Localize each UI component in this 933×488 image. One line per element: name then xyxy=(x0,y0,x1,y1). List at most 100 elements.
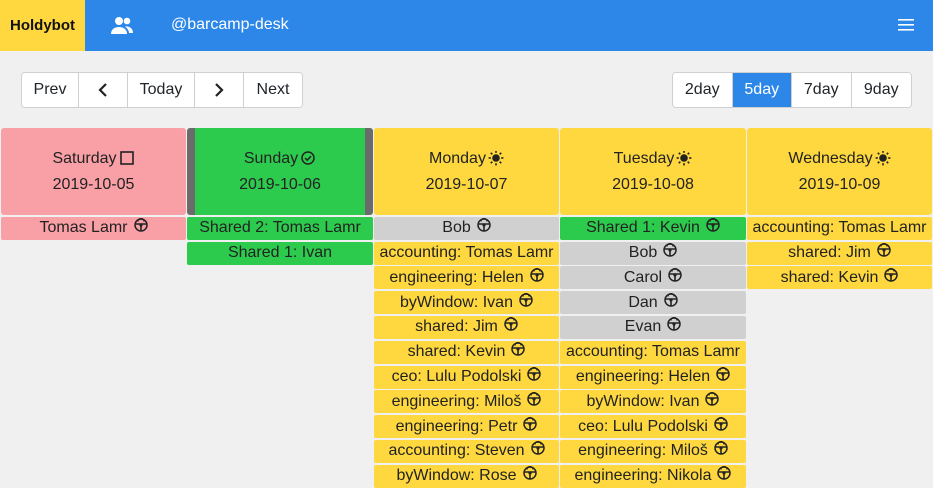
date-nav-group: Prev Today Next xyxy=(21,72,303,108)
day-header[interactable]: Sunday 2019-10-06 xyxy=(187,128,373,215)
steering-wheel-icon xyxy=(716,367,730,381)
booking-entry[interactable]: engineering: Miloš xyxy=(560,439,746,463)
booking-entry[interactable]: accounting: Tomas Lamr xyxy=(747,216,932,240)
booking-label: shared: Kevin xyxy=(780,268,879,286)
booking-entry[interactable]: engineering: Miloš xyxy=(374,390,559,414)
booking-entry[interactable]: engineering: Helen xyxy=(374,266,559,290)
next-button[interactable]: Next xyxy=(244,73,302,107)
view-5day-button[interactable]: 5day xyxy=(732,73,792,107)
day-column-saturday: Saturday 2019-10-05 Tomas Lamr xyxy=(1,128,186,240)
booking-entry[interactable]: accounting: Tomas Lamr xyxy=(374,241,559,265)
day-column-sunday: Sunday 2019-10-06 Shared 2: Tomas Lamr Shar… xyxy=(187,128,373,265)
booking-entry[interactable]: byWindow: Ivan xyxy=(374,291,559,315)
steering-wheel-icon xyxy=(530,441,545,456)
booking-entry[interactable]: Shared 1: Ivan xyxy=(187,241,373,265)
day-header[interactable]: Tuesday 2019-10-08 xyxy=(560,128,746,215)
booking-entry[interactable]: shared: Jim xyxy=(374,315,559,339)
booking-entry[interactable]: Carol xyxy=(560,266,746,290)
booking-label: byWindow: Ivan xyxy=(586,392,700,410)
booking-label: Shared 2: Tomas Lamr xyxy=(199,219,361,237)
booking-label: accounting: Steven xyxy=(388,442,525,460)
day-name: Tuesday xyxy=(614,150,693,168)
booking-entry[interactable]: accounting: Tomas Lamr xyxy=(560,340,746,364)
steering-wheel-icon xyxy=(663,292,678,307)
day-name: Wednesday xyxy=(788,150,890,168)
booking-entry[interactable]: accounting: Steven xyxy=(374,439,559,463)
booking-entry[interactable]: Dan xyxy=(560,291,746,315)
steering-wheel-icon xyxy=(476,218,491,233)
booking-entry[interactable]: engineering: Nikola xyxy=(560,464,746,488)
day-date: 2019-10-09 xyxy=(798,175,881,193)
booking-entry[interactable]: ceo: Lulu Podolski xyxy=(560,415,746,439)
day-name: Sunday xyxy=(244,150,316,168)
day-name-label: Sunday xyxy=(243,149,299,167)
prev-button[interactable]: Prev xyxy=(22,73,79,107)
steering-wheel-icon xyxy=(527,391,542,406)
booking-label: ceo: Lulu Podolski xyxy=(578,417,708,435)
booking-label: engineering: Miloš xyxy=(578,442,708,460)
chevron-right-icon xyxy=(215,83,224,97)
day-header[interactable]: Wednesday 2019-10-09 xyxy=(747,128,932,215)
steering-wheel-icon xyxy=(663,243,677,257)
booking-entry[interactable]: Bob xyxy=(560,241,746,265)
prev-day-button[interactable] xyxy=(79,73,128,107)
day-column-wednesday: Wednesday 2019-10-09 accounting: Tomas Lam… xyxy=(747,128,932,290)
booking-entry[interactable]: engineering: Helen xyxy=(560,365,746,389)
booking-entry[interactable]: engineering: Petr xyxy=(374,415,559,439)
steering-wheel-icon xyxy=(504,317,518,332)
steering-wheel-icon xyxy=(519,292,533,307)
square-icon xyxy=(119,150,134,165)
day-column-tuesday: Tuesday 2019-10-08 Shared 1: Kevin Bob Carol… xyxy=(560,128,746,488)
booking-label: Shared 1: Kevin xyxy=(586,219,700,237)
booking-label: Dan xyxy=(628,293,658,311)
steering-wheel-icon xyxy=(511,342,526,357)
steering-wheel-icon xyxy=(527,367,542,381)
booking-entry[interactable]: shared: Jim xyxy=(747,241,932,265)
booking-entry[interactable]: ceo: Lulu Podolski xyxy=(374,365,559,389)
sun-icon xyxy=(676,150,692,165)
today-button[interactable]: Today xyxy=(128,73,195,107)
view-9day-button[interactable]: 9day xyxy=(851,73,911,107)
booking-label: shared: Jim xyxy=(788,244,871,262)
day-name: Saturday xyxy=(52,150,134,168)
booking-entry[interactable]: Shared 2: Tomas Lamr xyxy=(187,216,373,240)
day-name: Monday xyxy=(429,150,504,168)
booking-entry[interactable]: Evan xyxy=(560,315,746,339)
booking-label: accounting: Tomas Lamr xyxy=(379,244,554,262)
brand-logo[interactable]: Holdybot xyxy=(0,0,85,51)
day-name-label: Saturday xyxy=(52,149,117,167)
booking-label: accounting: Tomas Lamr xyxy=(565,343,740,361)
day-name-label: Tuesday xyxy=(613,149,675,167)
booking-label: engineering: Petr xyxy=(395,417,518,435)
day-date: 2019-10-05 xyxy=(52,175,135,193)
day-header[interactable]: Monday 2019-10-07 xyxy=(374,128,559,215)
people-icon[interactable] xyxy=(110,15,134,37)
steering-wheel-icon xyxy=(706,218,720,233)
booking-entry[interactable]: Shared 1: Kevin xyxy=(560,216,746,240)
day-header[interactable]: Saturday 2019-10-05 xyxy=(1,128,186,215)
booking-label: Shared 1: Ivan xyxy=(227,244,333,262)
sun-icon xyxy=(488,150,504,165)
booking-label: Tomas Lamr xyxy=(39,219,128,237)
booking-entry[interactable]: shared: Kevin xyxy=(747,266,932,290)
booking-label: accounting: Tomas Lamr xyxy=(752,219,927,237)
view-2day-button[interactable]: 2day xyxy=(673,73,733,107)
booking-label: Bob xyxy=(442,219,471,237)
booking-label: engineering: Nikola xyxy=(574,467,712,485)
booking-entry[interactable]: byWindow: Ivan xyxy=(560,390,746,414)
hamburger-menu-icon[interactable] xyxy=(898,18,916,32)
booking-entry[interactable]: shared: Kevin xyxy=(374,340,559,364)
booking-label: engineering: Helen xyxy=(575,368,711,386)
day-column-monday: Monday 2019-10-07 Bob accounting: Tomas Lam… xyxy=(374,128,559,488)
booking-entry[interactable]: byWindow: Rose xyxy=(374,464,559,488)
steering-wheel-icon xyxy=(705,391,720,406)
steering-wheel-icon xyxy=(522,466,537,481)
booking-label: byWindow: Rose xyxy=(396,467,517,485)
view-7day-button[interactable]: 7day xyxy=(792,73,852,107)
next-day-button[interactable] xyxy=(195,73,244,107)
sun-icon xyxy=(875,150,890,165)
view-range-group: 2day 5day 7day 9day xyxy=(672,72,912,108)
account-name[interactable]: @barcamp-desk xyxy=(171,16,289,34)
booking-entry[interactable]: Bob xyxy=(374,216,559,240)
booking-entry[interactable]: Tomas Lamr xyxy=(1,216,186,240)
